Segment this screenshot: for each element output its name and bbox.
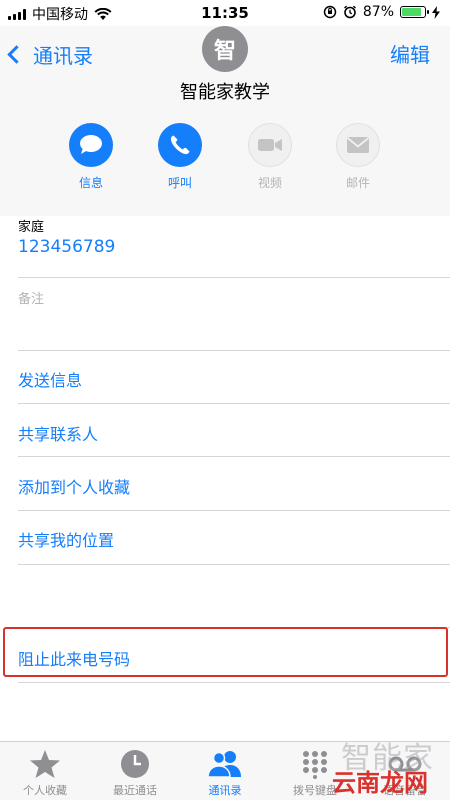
- video-action-button[interactable]: 视频: [240, 123, 300, 191]
- tab-favorites-label: 个人收藏: [23, 784, 67, 797]
- send-message-link[interactable]: 发送信息: [18, 367, 82, 391]
- tab-voicemail-label: 语音留言: [383, 784, 427, 797]
- divider: [18, 456, 450, 457]
- divider: [18, 403, 450, 404]
- tab-contacts-label: 通讯录: [208, 784, 242, 797]
- call-action-label: 呼叫: [167, 176, 192, 190]
- message-action-button[interactable]: 信息: [61, 123, 121, 191]
- phone-field-label: 家庭: [18, 220, 45, 235]
- tab-favorites[interactable]: 个人收藏: [0, 748, 90, 798]
- highlight-box: [3, 627, 448, 677]
- divider: [18, 682, 450, 683]
- action-buttons: 信息 呼叫 视频 邮件: [0, 123, 450, 193]
- tab-recents[interactable]: 最近通话: [90, 748, 180, 798]
- voicemail-icon: [360, 748, 450, 780]
- battery-icon: [400, 6, 429, 18]
- avatar-initial: 智: [213, 39, 236, 64]
- tab-recents-label: 最近通话: [113, 784, 157, 797]
- divider: [18, 277, 450, 278]
- avatar: 智: [202, 26, 248, 72]
- mail-action-button[interactable]: 邮件: [328, 123, 388, 191]
- phone-number-link[interactable]: 123456789: [18, 237, 115, 257]
- tab-voicemail[interactable]: 语音留言: [360, 748, 450, 798]
- charging-bolt-icon: [432, 5, 440, 19]
- add-to-favorites-link[interactable]: 添加到个人收藏: [18, 474, 130, 498]
- back-button-label: 通讯录: [33, 44, 93, 68]
- mail-action-label: 邮件: [345, 176, 370, 190]
- divider: [18, 510, 450, 511]
- clock-icon: [90, 748, 180, 780]
- keypad-icon: [270, 748, 360, 780]
- phone-icon: [158, 123, 202, 167]
- tab-keypad[interactable]: 拨号键盘: [270, 748, 360, 798]
- chevron-left-icon: [7, 45, 26, 64]
- edit-button[interactable]: 编辑: [390, 39, 430, 68]
- message-icon: [69, 123, 113, 167]
- contact-header: 通讯录 智 编辑 智能家教学 信息 呼叫 视频 邮件: [0, 26, 450, 216]
- divider: [18, 564, 450, 565]
- tab-contacts[interactable]: 通讯录: [180, 748, 270, 798]
- tab-bar: 个人收藏 最近通话 通讯录 拨号键盘 语音留言: [0, 741, 450, 800]
- message-action-label: 信息: [78, 176, 103, 190]
- notes-field[interactable]: 备注: [18, 288, 44, 307]
- video-icon: [248, 123, 292, 167]
- share-location-link[interactable]: 共享我的位置: [18, 527, 114, 551]
- video-action-label: 视频: [257, 176, 282, 190]
- contact-name: 智能家教学: [180, 82, 270, 103]
- alarm-icon: [343, 5, 356, 19]
- contacts-icon: [180, 748, 270, 780]
- status-right: 87%: [323, 4, 440, 20]
- status-bar: 中国移动 11:35 87%: [0, 0, 450, 26]
- star-icon: [0, 748, 90, 780]
- tab-keypad-label: 拨号键盘: [293, 784, 337, 797]
- back-button[interactable]: 通讯录: [7, 40, 93, 69]
- divider: [18, 350, 450, 351]
- call-action-button[interactable]: 呼叫: [150, 123, 210, 191]
- battery-percent: 87%: [362, 4, 394, 20]
- mail-icon: [336, 123, 380, 167]
- battery-fill: [402, 8, 422, 16]
- orientation-lock-icon: [323, 5, 337, 19]
- share-contact-link[interactable]: 共享联系人: [18, 421, 98, 445]
